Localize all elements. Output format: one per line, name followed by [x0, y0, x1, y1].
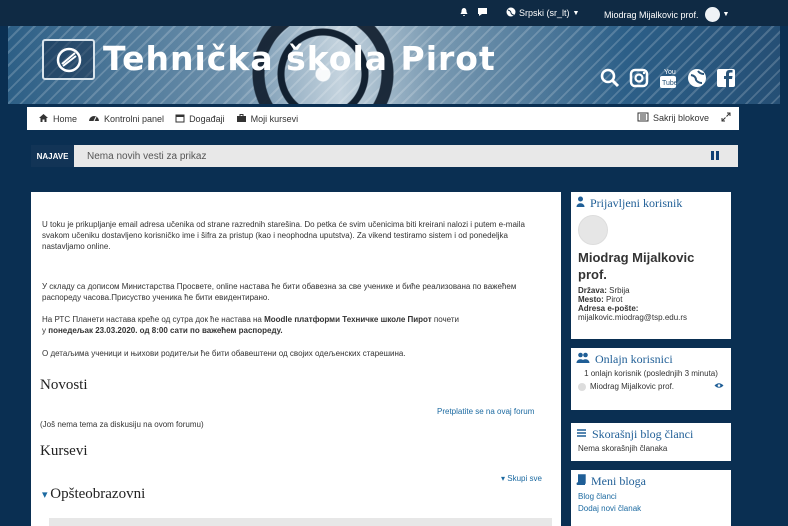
- logged-in-user-header: Prijavljeni korisnik: [571, 192, 731, 213]
- online-users-block: Onlajn korisnici 1 onlajn korisnik (posl…: [571, 348, 731, 410]
- users-icon: [576, 352, 590, 367]
- online-user-row[interactable]: Miodrag Mijalkovic prof.: [571, 382, 731, 391]
- svg-text:Tube: Tube: [662, 80, 677, 87]
- user-place: Mesto: Pirot: [578, 295, 724, 304]
- nav-dashboard-label: Kontrolni panel: [104, 113, 165, 124]
- search-icon[interactable]: [599, 67, 621, 89]
- avatar[interactable]: [578, 215, 608, 245]
- chevron-down-icon: ▼: [722, 11, 730, 18]
- user-icon: [576, 196, 585, 211]
- school-logo[interactable]: [42, 39, 95, 80]
- news-forum-heading: Novosti: [40, 377, 88, 393]
- list-icon: [637, 112, 649, 124]
- eye-icon[interactable]: [714, 382, 724, 391]
- list-icon: [576, 427, 587, 442]
- chat-icon[interactable]: [477, 7, 488, 17]
- announcement-paragraph-3: На РТС Планети настава креће од сутра до…: [42, 314, 552, 336]
- recent-blog-title: Skorašnji blog članci: [592, 427, 694, 441]
- svg-text:You: You: [664, 69, 676, 76]
- nav-home-label: Home: [53, 113, 78, 124]
- nav-dashboard[interactable]: Kontrolni panel: [88, 113, 164, 125]
- instagram-icon[interactable]: [628, 67, 650, 89]
- online-users-header: Onlajn korisnici: [571, 348, 731, 369]
- main-content: U toku je prikupljanje email adresa učen…: [31, 192, 561, 526]
- course-list-row: [49, 518, 552, 526]
- top-navbar: Srpski (sr_lt) ▼ Miodrag Mijalkovic prof…: [0, 0, 788, 26]
- book-icon: [576, 474, 586, 489]
- hide-blocks-button[interactable]: Sakrij blokove: [637, 112, 709, 124]
- language-menu[interactable]: Srpski (sr_lt) ▼: [506, 7, 579, 19]
- rts-moodle-highlight: Moodle платформи Техничке школе Пирот: [264, 315, 432, 324]
- logged-in-user-block: Prijavljeni korisnik Miodrag Mijalkovic …: [571, 192, 731, 339]
- facebook-icon[interactable]: [715, 67, 737, 89]
- add-article-link[interactable]: Dodaj novi članak: [571, 503, 731, 515]
- courses-heading: Kursevi: [40, 443, 88, 459]
- user-country: Država: Srbija: [578, 286, 724, 295]
- primary-nav: Home Kontrolni panel Događaji Moji kurse…: [27, 107, 739, 130]
- chevron-down-icon: ▼: [572, 9, 580, 17]
- nav-my-courses[interactable]: Moji kursevi: [236, 113, 299, 125]
- language-label: Srpski (sr_lt): [519, 8, 570, 18]
- online-users-title: Onlajn korisnici: [595, 352, 673, 366]
- email-label: Adresa e-pošte:: [578, 304, 639, 313]
- news-ticker: NAJAVE Nema novih vesti za prikaz: [31, 145, 738, 167]
- globe-icon[interactable]: [686, 67, 708, 89]
- recent-blog-header: Skorašnji blog članci: [571, 423, 731, 444]
- dashboard-icon: [88, 113, 100, 125]
- nav-home[interactable]: Home: [38, 113, 77, 125]
- bell-icon[interactable]: [459, 7, 469, 17]
- collapse-all-link[interactable]: ▾ Skupi sve: [501, 474, 542, 483]
- user-name: Miodrag Mijalkovic prof.: [604, 9, 699, 20]
- news-label: NAJAVE: [31, 145, 74, 167]
- blog-articles-link[interactable]: Blog članci: [571, 491, 731, 503]
- rts-text-c: почети: [431, 315, 459, 324]
- country-label: Država:: [578, 286, 607, 295]
- blog-menu-title: Meni bloga: [591, 474, 646, 488]
- blog-menu-header: Meni bloga: [571, 470, 731, 491]
- user-fullname[interactable]: Miodrag Mijalkovic prof.: [578, 249, 724, 283]
- globe-icon: [506, 7, 516, 19]
- nav-my-courses-label: Moji kursevi: [250, 113, 299, 124]
- collapse-all-label: Skupi sve: [507, 474, 542, 483]
- briefcase-icon: [236, 113, 247, 125]
- social-icons: You Tube: [599, 67, 737, 89]
- course-category-label: Opšteobrazovni: [50, 486, 146, 502]
- avatar: [578, 382, 586, 391]
- rts-start-date: понедељак 23.03.2020. од 8:00 сати по ва…: [48, 326, 283, 335]
- calendar-icon: [175, 113, 185, 125]
- online-summary: 1 onlajn korisnik (poslednjih 3 minuta): [584, 369, 718, 378]
- place-value: Pirot: [606, 295, 623, 304]
- hide-blocks-label: Sakrij blokove: [652, 113, 709, 123]
- avatar: [704, 7, 720, 22]
- online-user-name: Miodrag Mijalkovic prof.: [590, 382, 675, 391]
- site-banner: Tehnička škola Pirot You Tube: [8, 26, 780, 104]
- youtube-icon[interactable]: You Tube: [657, 67, 679, 89]
- announcement-paragraph-2: У складу са дописом Министарства Просвет…: [42, 282, 517, 302]
- course-category-general[interactable]: ▾ Opšteobrazovni: [42, 486, 145, 503]
- nav-events-label: Događaji: [189, 113, 225, 124]
- email-value: mijalkovic.miodrag@tsp.edu.rs: [578, 313, 688, 322]
- site-title[interactable]: Tehnička škola Pirot: [103, 39, 496, 78]
- recent-blog-block: Skorašnji blog članci Nema skorašnjih čl…: [571, 423, 731, 461]
- logged-in-user-title: Prijavljeni korisnik: [590, 196, 683, 210]
- pause-icon[interactable]: [711, 151, 719, 160]
- news-message: Nema novih vesti za prikaz: [87, 150, 207, 162]
- recent-blog-empty: Nema skorašnjih članaka: [578, 444, 668, 453]
- nav-events[interactable]: Događaji: [175, 113, 225, 125]
- place-label: Mesto:: [578, 295, 604, 304]
- blog-menu-block: Meni bloga Blog članci Dodaj novi članak: [571, 470, 731, 526]
- subscribe-link[interactable]: Pretplatite se na ovaj forum: [437, 407, 534, 416]
- home-icon: [38, 113, 49, 125]
- country-value: Srbija: [609, 286, 630, 295]
- announcement-paragraph-4: О детаљима ученици и њихови родитељи ће …: [42, 349, 406, 358]
- user-menu[interactable]: Miodrag Mijalkovic prof. ▼: [604, 7, 729, 22]
- rts-text-a: На РТС Планети настава креће од сутра до…: [42, 315, 265, 324]
- announcement-paragraph-1: U toku je prikupljanje email adresa učen…: [42, 220, 525, 251]
- nav-right-controls: Sakrij blokove: [637, 112, 731, 124]
- expand-icon[interactable]: [721, 112, 731, 124]
- no-topics-text: (Još nema tema za diskusiju na ovom foru…: [40, 420, 204, 429]
